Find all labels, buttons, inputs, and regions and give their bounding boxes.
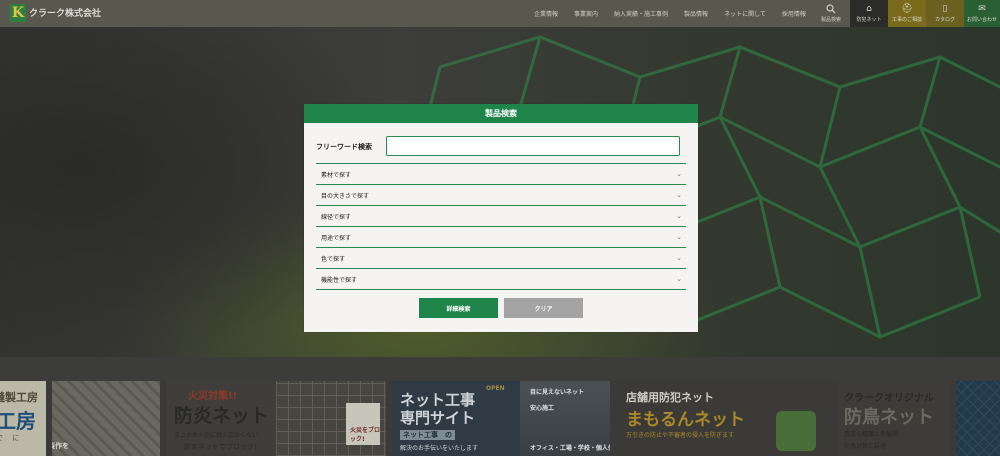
mail-icon: ✉ <box>978 3 986 14</box>
chevron-down-icon: ⌄ <box>676 169 682 178</box>
chevron-down-icon: ⌄ <box>676 253 682 262</box>
chevron-down-icon: ⌄ <box>676 274 682 283</box>
banner2-line1: 火災対策!! <box>188 391 238 402</box>
banner4-line2: まもるんネット <box>626 410 745 430</box>
contact-label: お問い合わせ <box>966 16 997 23</box>
section-gap <box>0 357 1000 381</box>
catalog-button[interactable]: ▯ カタログ <box>926 0 964 27</box>
banner3-photo-text2: 安心施工 <box>530 405 555 412</box>
modal-title: 製品検索 <box>485 109 517 118</box>
banner2-badge-text: 火災をブロック! <box>350 427 381 443</box>
chevron-down-icon: ⌄ <box>676 232 682 241</box>
accordion-wire-diameter[interactable]: 線径で探す ⌄ <box>316 205 686 226</box>
banner-net-construction-site[interactable]: OPEN ネット工事 専門サイト ネット工事 の 解決のお手伝いをいたします 目… <box>392 381 610 456</box>
catalog-label: カタログ <box>934 16 955 23</box>
banner2-line3: まさかの火災に燃え広がらない <box>174 432 259 439</box>
accordion-material[interactable]: 素材で探す ⌄ <box>316 163 686 184</box>
banner3-photo-text3: オフィス・工場・学校・個人住宅 <box>530 445 610 452</box>
accordion-usage[interactable]: 用途で探す ⌄ <box>316 226 686 247</box>
company-logo[interactable]: K クラーク株式会社 <box>10 2 101 24</box>
banner-sewing-workshop[interactable]: 縫製工房 工房 で に <box>0 381 46 456</box>
banner4-line1: 店舗用防犯ネット <box>626 391 714 404</box>
banner4-line3: 万引きの防止や不審者の侵入を防ぎます <box>626 432 735 439</box>
banner-fireproof-net[interactable]: 火災対策!! 防炎ネット まさかの火災に燃え広がらない 防炎ネットでブロック！ … <box>166 381 386 456</box>
banner1-line4: 製作を <box>52 442 69 450</box>
banner2-line4: 防炎ネットでブロック！ <box>184 443 261 451</box>
nav-item-products[interactable]: 製品情報 <box>684 9 708 18</box>
owl-mascot-icon <box>776 411 816 451</box>
site-header: K クラーク株式会社 企業情報 事業案内 納入実績・施工事例 製品情報 ネットに… <box>0 0 1000 27</box>
detail-search-button[interactable]: 詳細検索 <box>419 298 498 318</box>
banner1-line2: 工房 <box>0 409 36 433</box>
header-search-button[interactable]: 製品検索 <box>812 0 850 27</box>
nav-item-business[interactable]: 事業案内 <box>574 9 598 18</box>
accordion-wire-diameter-label: 線径で探す <box>321 213 352 221</box>
accordion-usage-label: 用途で探す <box>321 234 352 242</box>
helmet-icon: ⛑ <box>901 3 913 14</box>
chevron-down-icon: ⌄ <box>676 211 682 220</box>
nav-item-recruit[interactable]: 採用情報 <box>782 9 806 18</box>
banner2-line2: 防炎ネット <box>174 405 270 427</box>
search-icon <box>826 4 836 14</box>
banner-bird-net[interactable]: クラークオリジナル 防鳥ネット 豊富な種類と色展開 防鳥対策に最適 <box>838 381 950 456</box>
logo-name: クラーク株式会社 <box>29 8 102 19</box>
modal-header: 製品検索 <box>304 104 698 123</box>
accordion-mesh-size-label: 目の大きさで探す <box>321 192 370 200</box>
banner1-line3: で に <box>0 434 20 442</box>
banner5-line2: 防鳥ネット <box>844 407 934 428</box>
free-word-label: フリーワード検索 <box>316 143 372 151</box>
banner1-line1: 縫製工房 <box>0 391 38 404</box>
accordion-color[interactable]: 色で探す ⌄ <box>316 247 686 268</box>
nav-item-company[interactable]: 企業情報 <box>534 9 558 18</box>
global-nav: 企業情報 事業案内 納入実績・施工事例 製品情報 ネットに関して 採用情報 <box>534 0 806 27</box>
chevron-down-icon: ⌄ <box>676 190 682 199</box>
accordion-functionality[interactable]: 機能性で探す ⌄ <box>316 268 686 289</box>
accordion-material-label: 素材で探す <box>321 171 352 179</box>
banner3-photo-text1: 目に見えないネット <box>530 389 585 396</box>
clear-button[interactable]: クリア <box>504 298 583 318</box>
accordion-mesh-size[interactable]: 目の大きさで探す ⌄ <box>316 184 686 205</box>
banner3-line2: 専門サイト <box>400 409 476 427</box>
banner-row: 縫製工房 工房 で に 製作を 火災対策!! 防炎ネット まさかの火災に燃え広が… <box>0 381 1000 456</box>
banner-sewing-photo[interactable]: 製作を <box>52 381 160 456</box>
accordion-divider <box>316 289 686 290</box>
banner2-badge: 火災をブロック! <box>346 403 380 445</box>
banner5-line4: 防鳥対策に最適 <box>844 443 887 450</box>
banner3-photo: 目に見えないネット 安心施工 オフィス・工場・学校・個人住宅 <box>520 381 610 456</box>
contact-button[interactable]: ✉ お問い合わせ <box>964 0 1000 27</box>
accordion-functionality-label: 機能性で探す <box>321 276 358 284</box>
construction-consult-label: 工事のご相談 <box>891 16 922 23</box>
security-net-label: 防犯ネット <box>856 16 882 23</box>
free-word-input[interactable] <box>386 136 680 156</box>
nav-item-results[interactable]: 納入実績・施工事例 <box>614 9 668 18</box>
book-icon: ▯ <box>942 3 948 14</box>
banner3-line3: ネット工事 の <box>400 430 455 440</box>
header-search-label: 製品検索 <box>820 17 841 23</box>
logo-mark: K <box>10 4 26 22</box>
banner-store-security-net[interactable]: 店舗用防犯ネット まもるんネット 万引きの防止や不審者の侵入を防ぎます <box>616 381 832 456</box>
banner3-line4: 解決のお手伝いをいたします <box>400 445 479 452</box>
nav-item-about-nets[interactable]: ネットに関して <box>724 9 766 18</box>
banner5-line1: クラークオリジナル <box>844 393 934 404</box>
construction-consult-button[interactable]: ⛑ 工事のご相談 <box>888 0 926 27</box>
banner-net-photo[interactable] <box>956 381 1000 456</box>
free-word-row: フリーワード検索 <box>316 136 686 158</box>
accordion-color-label: 色で探す <box>321 255 346 263</box>
banner5-line3: 豊富な種類と色展開 <box>844 431 899 438</box>
product-search-modal: 製品検索 フリーワード検索 素材で探す ⌄ 目の大きさで探す ⌄ 線径で探す ⌄… <box>304 104 698 332</box>
security-net-button[interactable]: ⌂ 防犯ネット <box>850 0 888 27</box>
banner3-open-tag: OPEN <box>486 385 505 392</box>
shop-icon: ⌂ <box>866 3 872 14</box>
